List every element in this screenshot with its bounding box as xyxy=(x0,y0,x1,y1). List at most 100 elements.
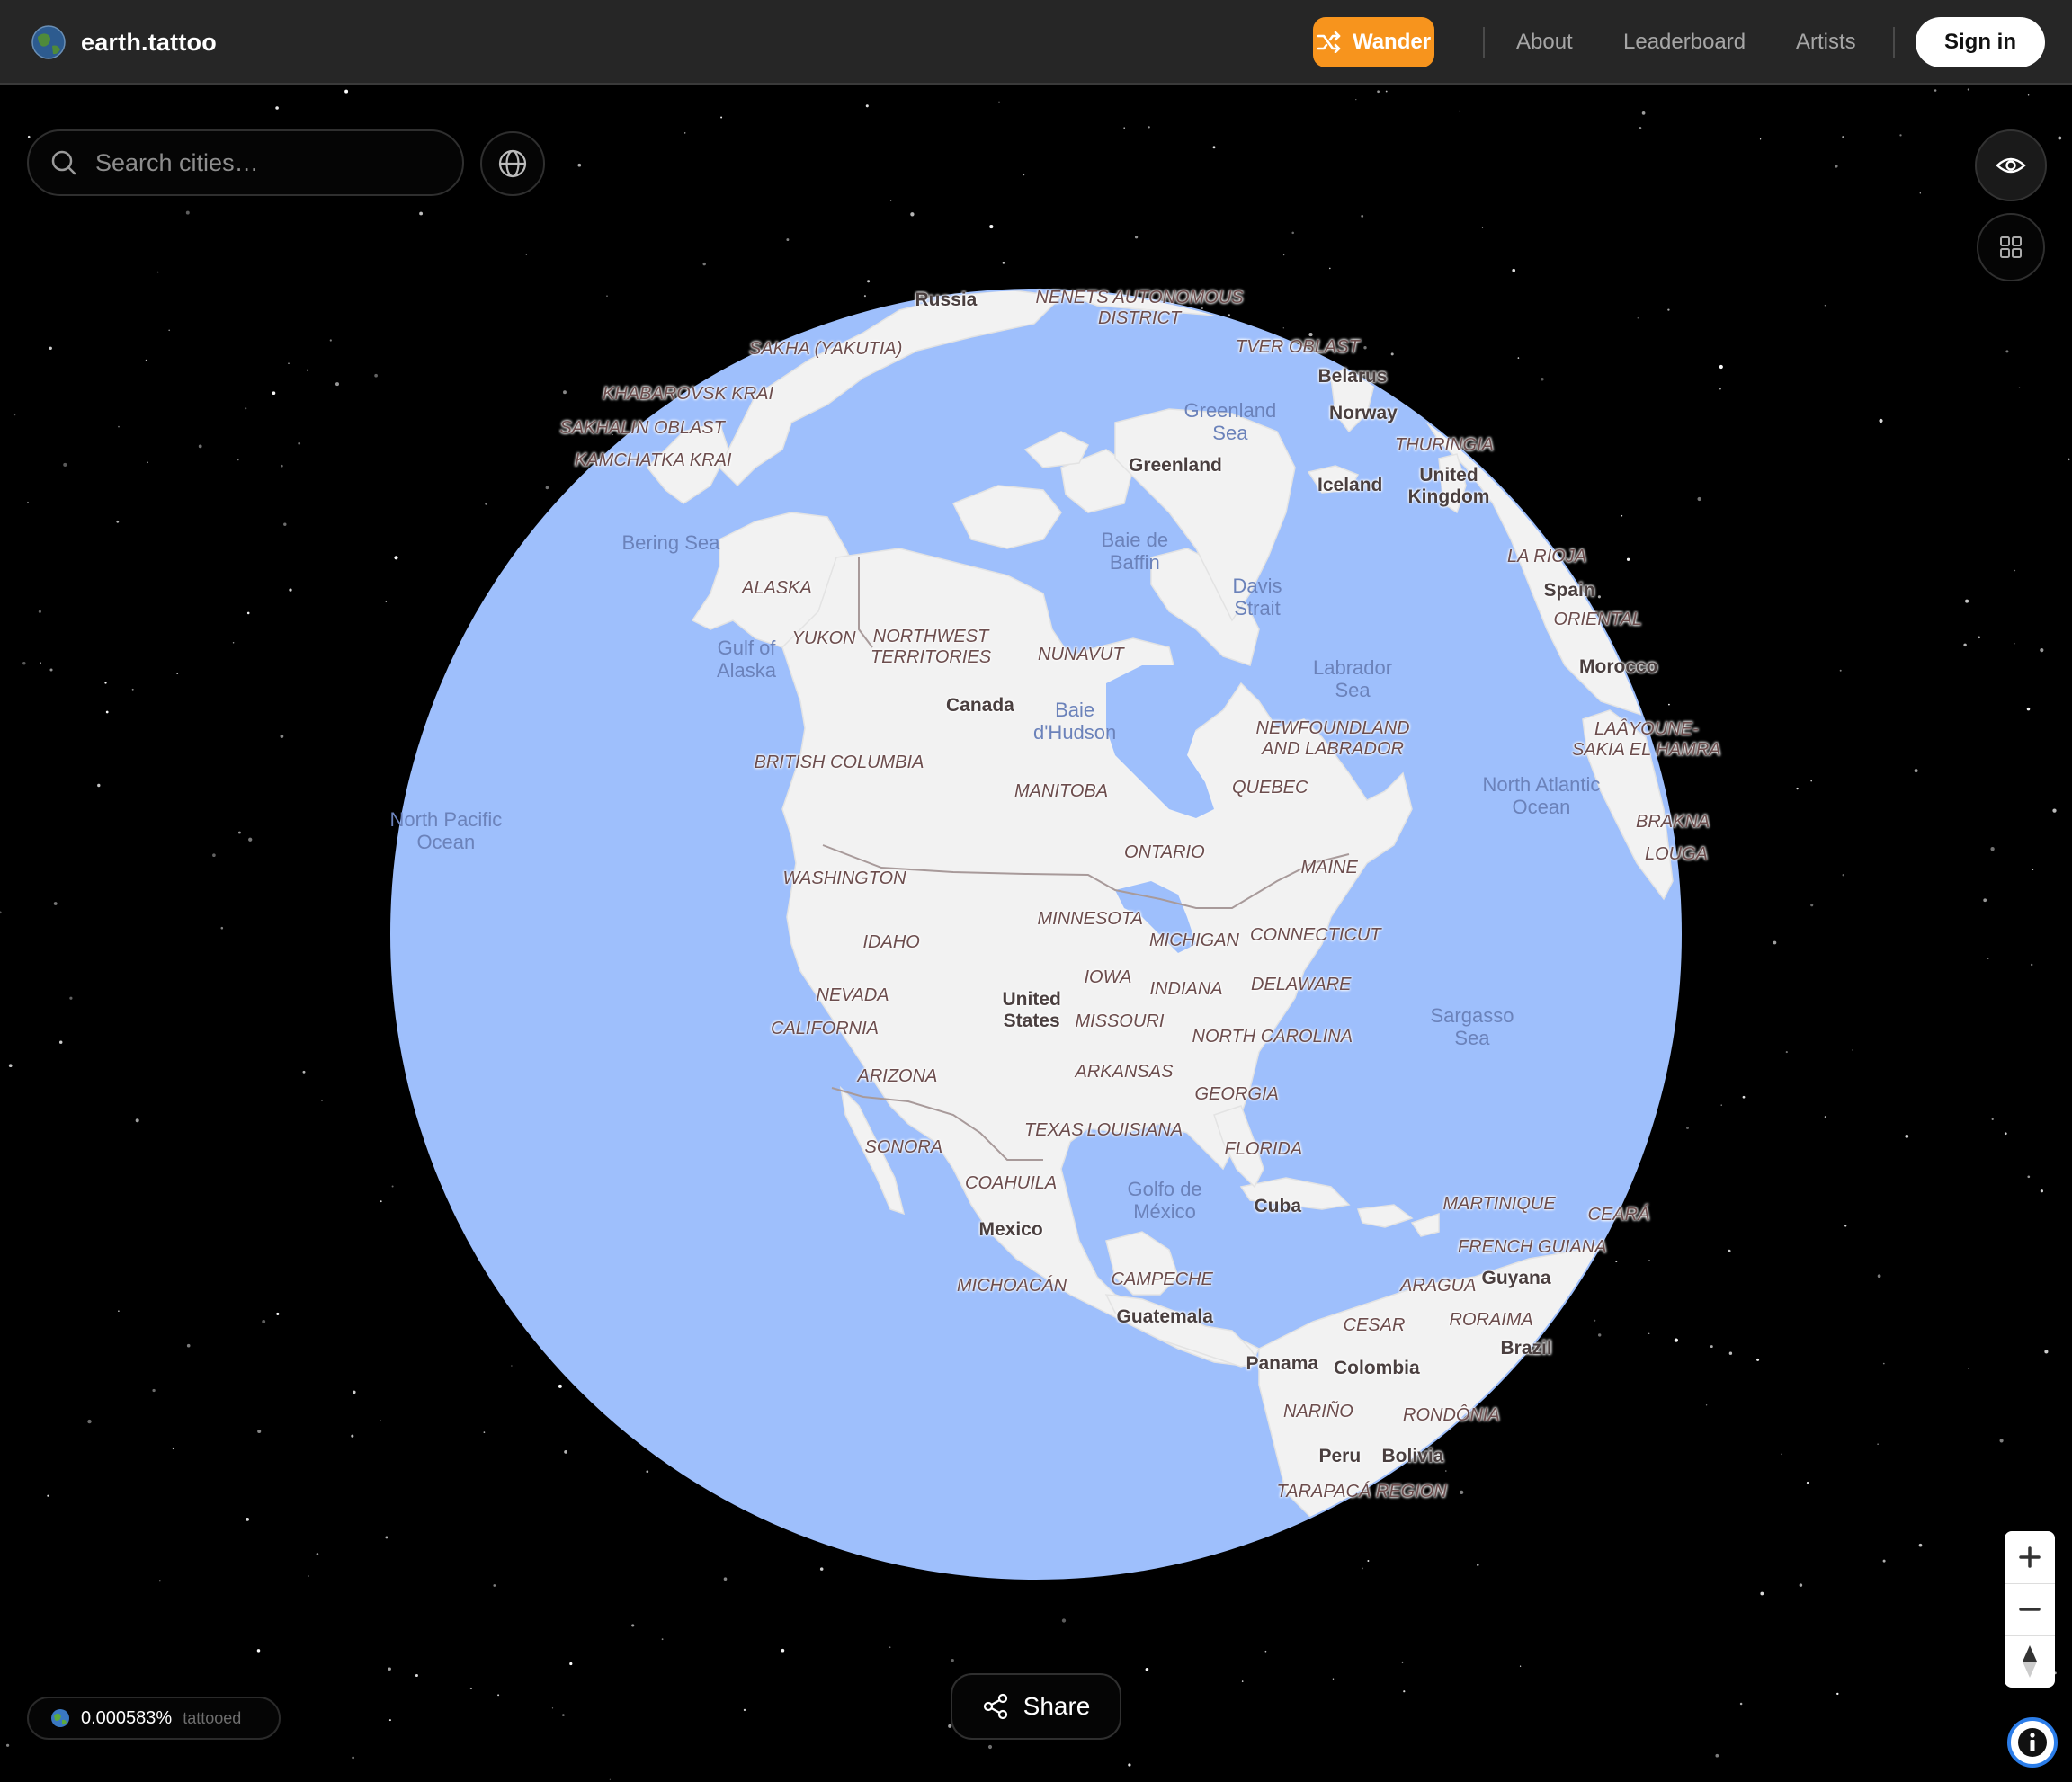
country-label: Morocco xyxy=(1579,656,1658,677)
country-label: Colombia xyxy=(1334,1358,1420,1378)
country-label: Norway xyxy=(1329,403,1398,423)
region-label: NARIÑO xyxy=(1283,1401,1353,1421)
water-label: Davis Strait xyxy=(1232,574,1282,619)
share-button[interactable]: Share xyxy=(951,1673,1121,1740)
reset-north-button[interactable] xyxy=(2005,1635,2055,1688)
top-navigation-bar: earth.tattoo Wander About Leaderboard Ar… xyxy=(0,0,2072,85)
region-label: MICHOACÁN xyxy=(957,1275,1067,1296)
water-label: Sargasso Sea xyxy=(1430,1003,1514,1049)
tattooed-label: tattooed xyxy=(183,1708,242,1727)
region-label: SAKHALIN OBLAST xyxy=(559,417,725,438)
water-label: North Pacific Ocean xyxy=(389,807,503,853)
region-label: IOWA xyxy=(1084,967,1132,987)
nav-link-leaderboard[interactable]: Leaderboard xyxy=(1623,27,1746,58)
country-label: Peru xyxy=(1318,1446,1362,1466)
region-label: ARKANSAS xyxy=(1075,1061,1174,1082)
region-label: ARIZONA xyxy=(857,1065,938,1086)
brand-name: earth.tattoo xyxy=(81,28,217,56)
region-label: LOUISIANA xyxy=(1086,1119,1183,1140)
water-label: Baie de Baffin xyxy=(1101,528,1169,574)
region-label: QUEBEC xyxy=(1232,777,1308,797)
visibility-toggle-button[interactable] xyxy=(1975,129,2047,201)
country-label: Panama xyxy=(1246,1353,1319,1374)
earth-globe-icon xyxy=(31,25,66,59)
search-box[interactable] xyxy=(27,129,464,196)
minus-icon xyxy=(2019,1608,2041,1611)
grid-view-button[interactable] xyxy=(1977,213,2045,281)
region-label: ARAGUA xyxy=(1400,1275,1477,1296)
water-label: Greenland Sea xyxy=(1183,398,1277,444)
region-label: CEARÁ xyxy=(1587,1204,1650,1225)
water-label: Bering Sea xyxy=(621,530,720,554)
water-label: Labrador Sea xyxy=(1313,655,1393,701)
water-label: Gulf of Alaska xyxy=(717,636,777,682)
attribution-info-button[interactable] xyxy=(2007,1717,2058,1768)
region-label: NEVADA xyxy=(816,985,889,1005)
region-label: IDAHO xyxy=(862,931,920,952)
country-label: Guatemala xyxy=(1116,1306,1213,1327)
nav-divider xyxy=(1893,27,1895,58)
region-label: NORTHWEST TERRITORIES xyxy=(871,627,992,667)
country-label: United Kingdom xyxy=(1407,465,1490,508)
region-label: RORAIMA xyxy=(1449,1309,1533,1330)
share-label: Share xyxy=(1023,1692,1091,1720)
region-label: LOUGA xyxy=(1645,843,1709,864)
region-label: MANITOBA xyxy=(1014,780,1109,801)
country-label: Guyana xyxy=(1481,1268,1551,1288)
brand[interactable]: earth.tattoo xyxy=(31,23,217,61)
country-label: Brazil xyxy=(1500,1338,1552,1359)
nav-link-artists[interactable]: Artists xyxy=(1796,27,1856,58)
search-input[interactable] xyxy=(94,147,439,178)
region-label: LAÂYOUNE- SAKIA EL HAMRA xyxy=(1572,719,1721,760)
region-label: MARTINIQUE xyxy=(1442,1193,1556,1214)
region-label: MICHIGAN xyxy=(1149,930,1239,950)
sign-in-button[interactable]: Sign in xyxy=(1916,17,2045,67)
region-label: MAINE xyxy=(1300,857,1358,878)
region-label: INDIANA xyxy=(1149,978,1223,999)
region-label: CALIFORNIA xyxy=(771,1018,880,1038)
region-label: CESAR xyxy=(1343,1314,1406,1335)
region-label: NORTH CAROLINA xyxy=(1192,1026,1353,1047)
zoom-in-button[interactable] xyxy=(2005,1531,2055,1583)
region-label: RONDÔNIA xyxy=(1403,1404,1500,1425)
nav-link-about[interactable]: About xyxy=(1516,27,1573,58)
country-label: Spain xyxy=(1543,580,1595,601)
country-label: United States xyxy=(1002,989,1061,1032)
region-label: CAMPECHE xyxy=(1111,1269,1213,1289)
plus-icon xyxy=(2019,1546,2041,1568)
region-label: LA RIOJA xyxy=(1507,546,1587,566)
nav-divider xyxy=(1483,27,1485,58)
region-label: SAKHA (YAKUTIA) xyxy=(749,338,903,359)
country-label: Bolivia xyxy=(1381,1446,1444,1466)
region-label: BRAKNA xyxy=(1636,811,1710,832)
region-label: COAHUILA xyxy=(965,1172,1058,1193)
region-label: YUKON xyxy=(791,628,856,648)
region-label: THURINGIA xyxy=(1395,434,1494,455)
region-label: NENETS AUTONOMOUS DISTRICT xyxy=(1035,288,1244,328)
wander-label: Wander xyxy=(1352,30,1432,54)
search-icon xyxy=(51,150,76,175)
country-label: Iceland xyxy=(1317,475,1383,495)
region-label: NEWFOUNDLAND AND LABRADOR xyxy=(1255,718,1410,759)
country-label: Belarus xyxy=(1317,366,1388,387)
wander-button[interactable]: Wander xyxy=(1313,17,1434,67)
region-label: GEORGIA xyxy=(1194,1083,1279,1104)
region-label: ORIENTAL xyxy=(1553,609,1643,629)
compass-icon xyxy=(2023,1645,2037,1678)
zoom-out-button[interactable] xyxy=(2005,1583,2055,1635)
zoom-controls xyxy=(2005,1531,2055,1688)
grid-icon xyxy=(2000,236,2022,258)
region-label: BRITISH COLUMBIA xyxy=(754,752,924,772)
shuffle-icon xyxy=(1317,31,1341,53)
region-label: MISSOURI xyxy=(1075,1011,1165,1031)
region-label: FLORIDA xyxy=(1224,1138,1303,1159)
globe-icon xyxy=(498,149,527,178)
water-label: Baie d'Hudson xyxy=(1033,698,1117,744)
info-icon xyxy=(2018,1728,2047,1757)
water-label: North Atlantic Ocean xyxy=(1482,772,1601,818)
region-label: KHABAROVSK KRAI xyxy=(603,383,774,404)
globe-map[interactable] xyxy=(0,0,2072,1782)
eye-icon xyxy=(1996,157,2026,174)
country-label: Mexico xyxy=(978,1219,1043,1240)
globe-toggle-button[interactable] xyxy=(480,131,545,196)
